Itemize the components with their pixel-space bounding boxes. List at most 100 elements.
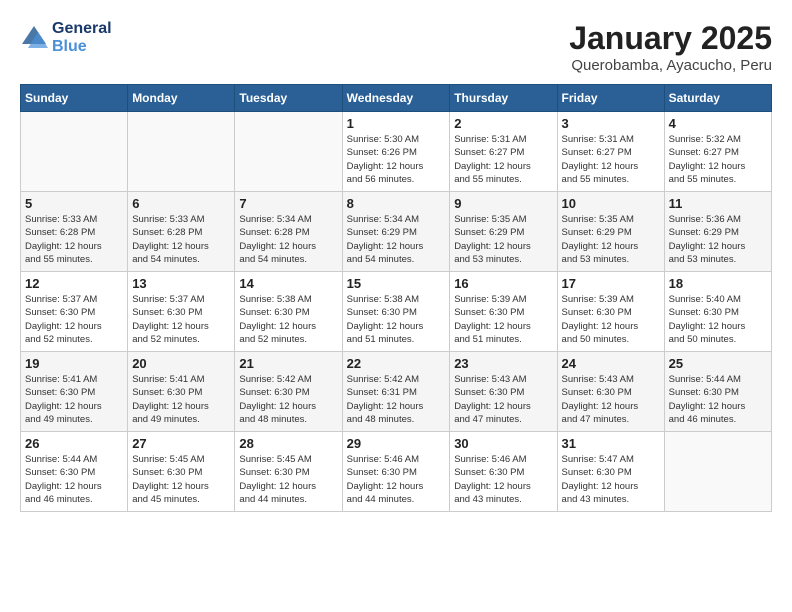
- day-info: Sunrise: 5:33 AM Sunset: 6:28 PM Dayligh…: [25, 213, 123, 266]
- calendar-cell: 11 Sunrise: 5:36 AM Sunset: 6:29 PM Dayli…: [664, 192, 771, 272]
- day-info: Sunrise: 5:38 AM Sunset: 6:30 PM Dayligh…: [347, 293, 446, 346]
- calendar-cell: 2 Sunrise: 5:31 AM Sunset: 6:27 PM Daylig…: [450, 112, 557, 192]
- calendar-cell: 6 Sunrise: 5:33 AM Sunset: 6:28 PM Daylig…: [128, 192, 235, 272]
- day-number: 4: [669, 116, 767, 131]
- header-tuesday: Tuesday: [235, 85, 342, 112]
- day-info: Sunrise: 5:46 AM Sunset: 6:30 PM Dayligh…: [454, 453, 552, 506]
- day-info: Sunrise: 5:34 AM Sunset: 6:28 PM Dayligh…: [239, 213, 337, 266]
- day-info: Sunrise: 5:47 AM Sunset: 6:30 PM Dayligh…: [562, 453, 660, 506]
- calendar-cell: 16 Sunrise: 5:39 AM Sunset: 6:30 PM Dayli…: [450, 272, 557, 352]
- day-number: 17: [562, 276, 660, 291]
- header-friday: Friday: [557, 85, 664, 112]
- calendar-cell: 23 Sunrise: 5:43 AM Sunset: 6:30 PM Dayli…: [450, 352, 557, 432]
- calendar-cell: 8 Sunrise: 5:34 AM Sunset: 6:29 PM Daylig…: [342, 192, 450, 272]
- day-number: 7: [239, 196, 337, 211]
- calendar-cell: 20 Sunrise: 5:41 AM Sunset: 6:30 PM Dayli…: [128, 352, 235, 432]
- calendar-cell: 17 Sunrise: 5:39 AM Sunset: 6:30 PM Dayli…: [557, 272, 664, 352]
- calendar-week-row: 12Sunrise: 5:37 AM Sunset: 6:30 PM Dayli…: [21, 272, 772, 352]
- day-number: 3: [562, 116, 660, 131]
- calendar-cell: 4 Sunrise: 5:32 AM Sunset: 6:27 PM Daylig…: [664, 112, 771, 192]
- calendar-cell: [128, 112, 235, 192]
- calendar-cell: 24Sunrise: 5:43 AM Sunset: 6:30 PM Dayli…: [557, 352, 664, 432]
- day-number: 31: [562, 436, 660, 451]
- day-number: 20: [132, 356, 230, 371]
- day-number: 23: [454, 356, 552, 371]
- day-info: Sunrise: 5:43 AM Sunset: 6:30 PM Dayligh…: [454, 373, 552, 426]
- calendar-week-row: 26 Sunrise: 5:44 AM Sunset: 6:30 PM Dayli…: [21, 432, 772, 512]
- day-info: Sunrise: 5:42 AM Sunset: 6:30 PM Dayligh…: [239, 373, 337, 426]
- day-number: 2: [454, 116, 552, 131]
- calendar-cell: 1 Sunrise: 5:30 AM Sunset: 6:26 PM Daylig…: [342, 112, 450, 192]
- day-info: Sunrise: 5:37 AM Sunset: 6:30 PM Dayligh…: [132, 293, 230, 346]
- location-subtitle: Querobamba, Ayacucho, Peru: [569, 57, 772, 74]
- day-info: Sunrise: 5:39 AM Sunset: 6:30 PM Dayligh…: [454, 293, 552, 346]
- month-year-title: January 2025: [569, 20, 772, 57]
- calendar-cell: 10Sunrise: 5:35 AM Sunset: 6:29 PM Dayli…: [557, 192, 664, 272]
- day-info: Sunrise: 5:35 AM Sunset: 6:29 PM Dayligh…: [454, 213, 552, 266]
- day-number: 24: [562, 356, 660, 371]
- day-info: Sunrise: 5:46 AM Sunset: 6:30 PM Dayligh…: [347, 453, 446, 506]
- calendar-cell: 26 Sunrise: 5:44 AM Sunset: 6:30 PM Dayli…: [21, 432, 128, 512]
- day-info: Sunrise: 5:33 AM Sunset: 6:28 PM Dayligh…: [132, 213, 230, 266]
- header-saturday: Saturday: [664, 85, 771, 112]
- day-info: Sunrise: 5:36 AM Sunset: 6:29 PM Dayligh…: [669, 213, 767, 266]
- day-info: Sunrise: 5:37 AM Sunset: 6:30 PM Dayligh…: [25, 293, 123, 346]
- calendar-cell: 3 Sunrise: 5:31 AM Sunset: 6:27 PM Daylig…: [557, 112, 664, 192]
- day-number: 27: [132, 436, 230, 451]
- day-number: 16: [454, 276, 552, 291]
- day-number: 22: [347, 356, 446, 371]
- day-number: 13: [132, 276, 230, 291]
- day-info: Sunrise: 5:44 AM Sunset: 6:30 PM Dayligh…: [25, 453, 123, 506]
- logo-text-line2: Blue: [52, 38, 112, 56]
- day-number: 11: [669, 196, 767, 211]
- day-number: 5: [25, 196, 123, 211]
- day-number: 6: [132, 196, 230, 211]
- day-info: Sunrise: 5:34 AM Sunset: 6:29 PM Dayligh…: [347, 213, 446, 266]
- day-number: 15: [347, 276, 446, 291]
- calendar-cell: 14Sunrise: 5:38 AM Sunset: 6:30 PM Dayli…: [235, 272, 342, 352]
- day-info: Sunrise: 5:31 AM Sunset: 6:27 PM Dayligh…: [562, 133, 660, 186]
- day-info: Sunrise: 5:39 AM Sunset: 6:30 PM Dayligh…: [562, 293, 660, 346]
- day-number: 21: [239, 356, 337, 371]
- calendar-cell: 21 Sunrise: 5:42 AM Sunset: 6:30 PM Dayli…: [235, 352, 342, 432]
- calendar-cell: 22 Sunrise: 5:42 AM Sunset: 6:31 PM Dayli…: [342, 352, 450, 432]
- day-info: Sunrise: 5:31 AM Sunset: 6:27 PM Dayligh…: [454, 133, 552, 186]
- calendar-cell: [235, 112, 342, 192]
- title-block: January 2025 Querobamba, Ayacucho, Peru: [569, 20, 772, 74]
- day-number: 26: [25, 436, 123, 451]
- day-number: 10: [562, 196, 660, 211]
- day-info: Sunrise: 5:40 AM Sunset: 6:30 PM Dayligh…: [669, 293, 767, 346]
- calendar-week-row: 5 Sunrise: 5:33 AM Sunset: 6:28 PM Daylig…: [21, 192, 772, 272]
- calendar-cell: [664, 432, 771, 512]
- day-info: Sunrise: 5:38 AM Sunset: 6:30 PM Dayligh…: [239, 293, 337, 346]
- calendar-cell: 19 Sunrise: 5:41 AM Sunset: 6:30 PM Dayli…: [21, 352, 128, 432]
- calendar-cell: 12Sunrise: 5:37 AM Sunset: 6:30 PM Dayli…: [21, 272, 128, 352]
- day-info: Sunrise: 5:30 AM Sunset: 6:26 PM Dayligh…: [347, 133, 446, 186]
- logo-icon: [20, 24, 48, 52]
- header-thursday: Thursday: [450, 85, 557, 112]
- calendar-cell: 29 Sunrise: 5:46 AM Sunset: 6:30 PM Dayli…: [342, 432, 450, 512]
- day-number: 19: [25, 356, 123, 371]
- day-info: Sunrise: 5:42 AM Sunset: 6:31 PM Dayligh…: [347, 373, 446, 426]
- logo: General Blue: [20, 20, 112, 56]
- calendar-cell: 15 Sunrise: 5:38 AM Sunset: 6:30 PM Dayli…: [342, 272, 450, 352]
- day-number: 1: [347, 116, 446, 131]
- day-number: 8: [347, 196, 446, 211]
- calendar-cell: [21, 112, 128, 192]
- calendar-cell: 7 Sunrise: 5:34 AM Sunset: 6:28 PM Daylig…: [235, 192, 342, 272]
- header-wednesday: Wednesday: [342, 85, 450, 112]
- day-info: Sunrise: 5:41 AM Sunset: 6:30 PM Dayligh…: [132, 373, 230, 426]
- day-info: Sunrise: 5:41 AM Sunset: 6:30 PM Dayligh…: [25, 373, 123, 426]
- calendar-cell: 30 Sunrise: 5:46 AM Sunset: 6:30 PM Dayli…: [450, 432, 557, 512]
- calendar-week-row: 1 Sunrise: 5:30 AM Sunset: 6:26 PM Daylig…: [21, 112, 772, 192]
- day-number: 18: [669, 276, 767, 291]
- day-number: 30: [454, 436, 552, 451]
- day-info: Sunrise: 5:45 AM Sunset: 6:30 PM Dayligh…: [239, 453, 337, 506]
- day-info: Sunrise: 5:45 AM Sunset: 6:30 PM Dayligh…: [132, 453, 230, 506]
- header-sunday: Sunday: [21, 85, 128, 112]
- day-number: 28: [239, 436, 337, 451]
- calendar-cell: 5 Sunrise: 5:33 AM Sunset: 6:28 PM Daylig…: [21, 192, 128, 272]
- day-number: 29: [347, 436, 446, 451]
- page-header: General Blue January 2025 Querobamba, Ay…: [20, 20, 772, 74]
- day-info: Sunrise: 5:32 AM Sunset: 6:27 PM Dayligh…: [669, 133, 767, 186]
